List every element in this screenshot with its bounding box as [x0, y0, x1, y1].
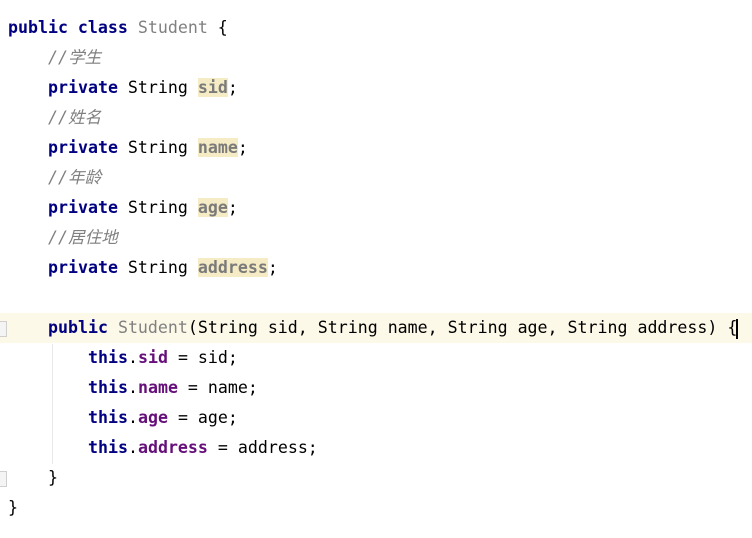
code-token: address: [197, 258, 268, 277]
code-line[interactable]: this.name = name;: [0, 373, 752, 403]
code-token: .: [127, 408, 138, 427]
code-token: private: [48, 78, 118, 97]
code-token: name: [137, 378, 178, 397]
code-token: //姓名: [48, 108, 102, 127]
code-token: = age;: [167, 408, 238, 427]
code-token: this: [88, 408, 128, 427]
code-token: ;: [227, 198, 238, 217]
code-token: String: [117, 258, 198, 277]
code-token: String: [117, 138, 198, 157]
code-line[interactable]: private String age;: [0, 193, 752, 223]
code-line[interactable]: }: [0, 463, 752, 493]
code-token: //年龄: [48, 168, 102, 187]
code-line[interactable]: private String address;: [0, 253, 752, 283]
code-line[interactable]: this.sid = sid;: [0, 343, 752, 373]
code-line[interactable]: //姓名: [0, 103, 752, 133]
code-token: private: [48, 138, 118, 157]
code-token: address: [137, 438, 208, 457]
code-token: age: [197, 198, 228, 217]
code-line[interactable]: this.address = address;: [0, 433, 752, 463]
code-token: public class: [8, 18, 138, 37]
code-token: ;: [267, 258, 278, 277]
code-token: public: [48, 318, 108, 337]
code-token: //居住地: [48, 228, 118, 247]
code-token: (String sid, String name, String age, St…: [187, 318, 738, 337]
code-token: private: [48, 258, 118, 277]
code-token: = address;: [207, 438, 318, 457]
fold-marker-icon[interactable]: [0, 471, 7, 487]
code-token: = name;: [177, 378, 258, 397]
code-token: }: [48, 468, 58, 487]
code-line[interactable]: this.age = age;: [0, 403, 752, 433]
code-editor[interactable]: public class Student { //学生 private String…: [0, 0, 752, 538]
code-token: sid: [137, 348, 168, 367]
code-token: name: [197, 138, 238, 157]
code-token: String: [117, 198, 198, 217]
code-token: this: [88, 378, 128, 397]
code-token: //学生: [48, 48, 102, 67]
text-caret: [736, 318, 739, 339]
code-token: Student: [117, 318, 188, 337]
code-token: private: [48, 198, 118, 217]
code-token: {: [207, 18, 228, 37]
code-token: this: [88, 348, 128, 367]
code-token: Student: [137, 18, 208, 37]
code-token: ;: [227, 78, 238, 97]
code-token: sid: [197, 78, 228, 97]
code-token: .: [127, 378, 138, 397]
code-line[interactable]: //学生: [0, 43, 752, 73]
code-token: String: [117, 78, 198, 97]
code-token: this: [88, 438, 128, 457]
code-line[interactable]: public class Student {: [0, 13, 752, 43]
code-token: = sid;: [167, 348, 238, 367]
code-token: }: [8, 498, 18, 517]
code-token: .: [127, 438, 138, 457]
code-line[interactable]: //年龄: [0, 163, 752, 193]
code-line[interactable]: private String name;: [0, 133, 752, 163]
code-token: age: [137, 408, 168, 427]
code-line[interactable]: private String sid;: [0, 73, 752, 103]
code-line[interactable]: [0, 283, 752, 313]
code-line[interactable]: public Student(String sid, String name, …: [0, 313, 752, 343]
code-token: .: [127, 348, 138, 367]
code-line[interactable]: }: [0, 493, 752, 523]
fold-marker-icon[interactable]: [0, 321, 7, 337]
code-line[interactable]: //居住地: [0, 223, 752, 253]
code-token: ;: [237, 138, 248, 157]
